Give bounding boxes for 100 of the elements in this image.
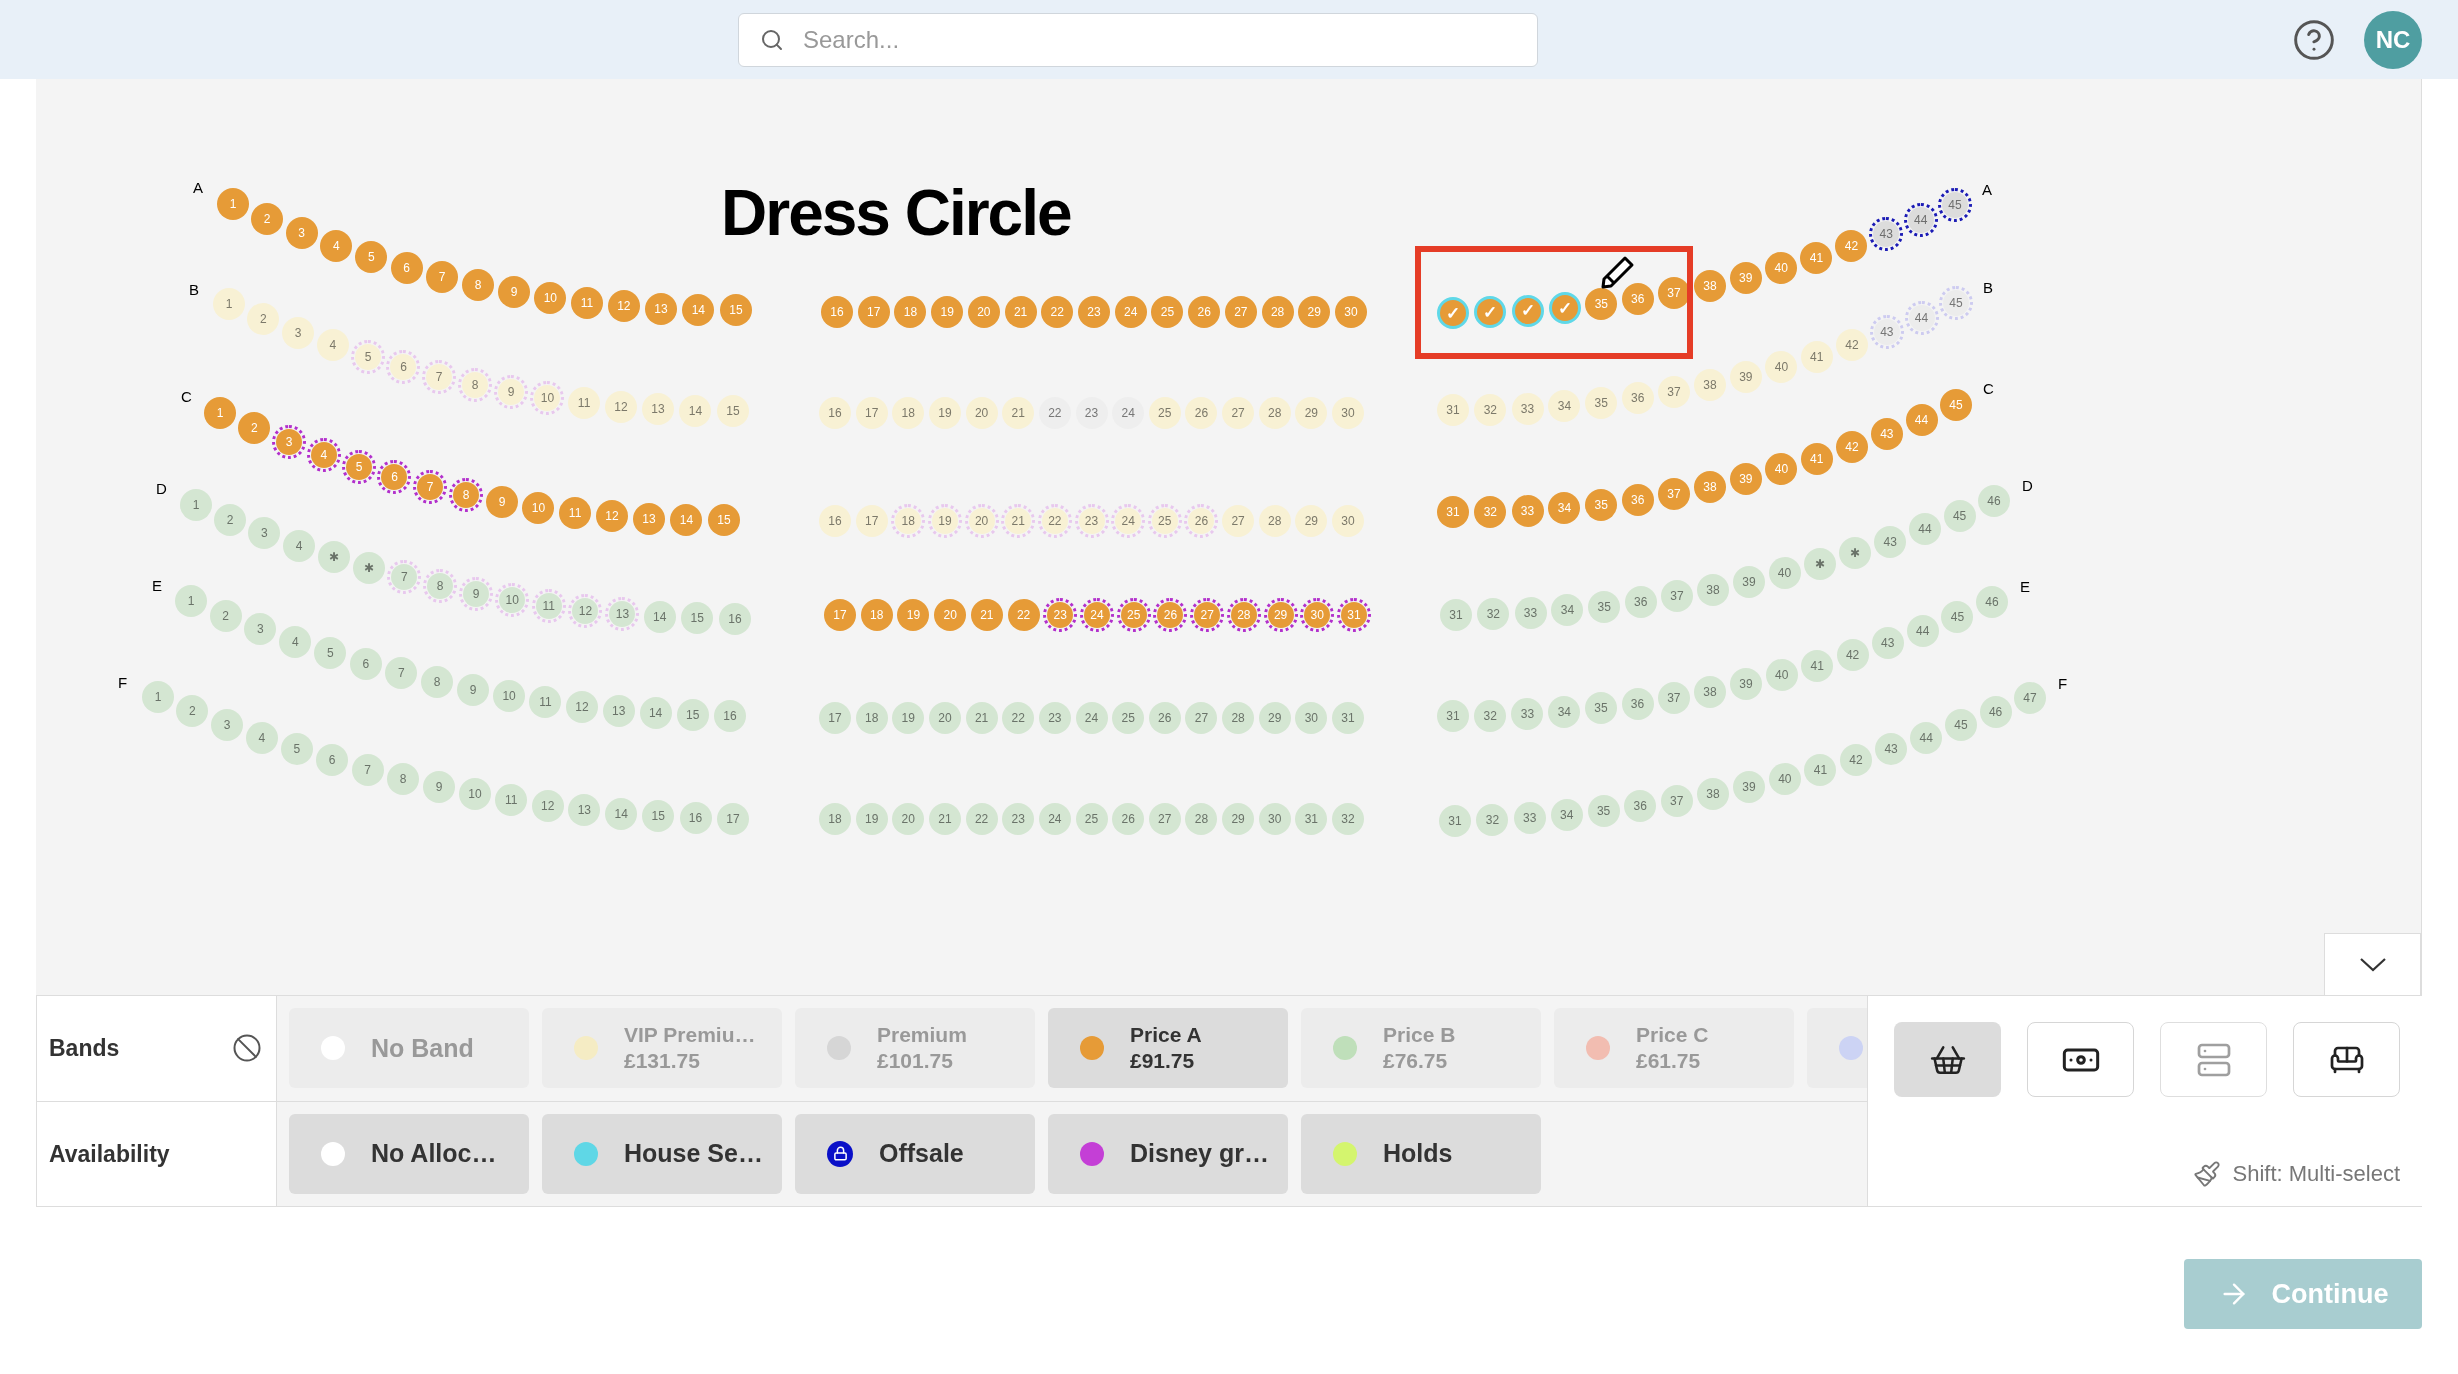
seat[interactable]: 37 [1660, 580, 1693, 613]
seat[interactable]: 31 [1295, 803, 1328, 835]
seat[interactable]: 30 [1335, 296, 1367, 328]
seat[interactable]: 29 [1295, 505, 1328, 537]
seat[interactable]: 28 [1230, 602, 1257, 628]
seat[interactable]: 26 [1185, 397, 1218, 429]
seat[interactable]: 16 [819, 505, 851, 537]
availability-chip[interactable]: House Se… [542, 1113, 782, 1194]
seat[interactable]: 17 [855, 397, 888, 429]
seat[interactable]: 24 [1112, 397, 1145, 429]
seat[interactable]: 14 [670, 503, 703, 536]
seat[interactable]: 10 [522, 491, 555, 524]
seat[interactable]: 26 [1188, 296, 1221, 328]
seat[interactable]: 32 [1474, 699, 1507, 732]
seat[interactable]: 2 [247, 302, 280, 335]
seat[interactable]: 19 [855, 803, 888, 835]
seat[interactable]: 45 [1944, 709, 1977, 742]
seat[interactable]: 20 [968, 508, 995, 534]
band-chip[interactable]: No Band [289, 1008, 529, 1089]
seat[interactable]: ✱ [353, 551, 385, 584]
seat[interactable]: 2 [176, 695, 209, 728]
seat[interactable]: 37 [1658, 277, 1690, 310]
tool-button[interactable] [2293, 1022, 2400, 1097]
seat[interactable]: 12 [572, 597, 599, 624]
seat[interactable]: 8 [462, 372, 488, 398]
seat[interactable]: 35 [1585, 288, 1618, 321]
seat[interactable]: 21 [928, 803, 961, 835]
seat[interactable]: 33 [1513, 801, 1546, 834]
seat[interactable]: 23 [1078, 508, 1105, 534]
seat[interactable]: 9 [486, 486, 519, 519]
seat[interactable]: 28 [1258, 397, 1291, 429]
seat[interactable]: 25 [1120, 602, 1147, 628]
seat[interactable]: 38 [1694, 369, 1726, 401]
seat[interactable]: 39 [1733, 771, 1765, 803]
seat[interactable]: 44 [1908, 305, 1935, 332]
seat[interactable]: 6 [381, 464, 408, 491]
seat[interactable]: 7 [351, 753, 384, 786]
seat[interactable]: ✱ [1839, 537, 1872, 570]
seat[interactable]: 5 [314, 637, 347, 670]
seat[interactable]: 22 [1041, 508, 1068, 534]
seat[interactable]: 35 [1585, 386, 1618, 419]
seat[interactable]: 39 [1729, 360, 1762, 393]
seat[interactable]: 21 [970, 599, 1003, 631]
seat[interactable]: 15 [720, 294, 752, 326]
seat[interactable]: 7 [426, 363, 453, 390]
seat[interactable]: 4 [245, 721, 278, 754]
seat[interactable]: 16 [819, 397, 851, 429]
seat[interactable]: 19 [928, 397, 961, 429]
seat[interactable]: 15 [681, 602, 714, 635]
seat[interactable]: ✓ [1548, 292, 1581, 325]
seat[interactable]: 34 [1548, 390, 1581, 423]
seat[interactable]: 34 [1551, 594, 1584, 627]
seat[interactable]: 19 [931, 296, 964, 328]
seat[interactable]: 37 [1657, 478, 1690, 511]
seat[interactable]: 19 [892, 702, 925, 734]
seat[interactable]: 20 [892, 803, 925, 835]
seat[interactable]: 14 [682, 293, 715, 326]
seat[interactable]: 3 [248, 517, 281, 550]
seat[interactable]: 30 [1258, 803, 1291, 835]
seat[interactable]: 14 [643, 600, 676, 633]
seat[interactable]: 31 [1437, 496, 1469, 528]
seat[interactable]: 27 [1185, 702, 1218, 734]
seat[interactable]: 35 [1587, 794, 1620, 827]
seat[interactable]: 26 [1112, 803, 1145, 835]
seat[interactable]: 31 [1437, 394, 1469, 426]
seat[interactable]: 36 [1621, 381, 1654, 414]
seat[interactable]: 34 [1548, 492, 1581, 525]
seat[interactable]: 27 [1222, 397, 1255, 429]
seat[interactable]: 8 [387, 762, 420, 795]
seat[interactable]: 15 [708, 504, 740, 536]
seat[interactable]: 32 [1477, 598, 1510, 631]
seat[interactable]: 43 [1875, 733, 1908, 766]
seat[interactable]: 32 [1474, 495, 1507, 528]
seat[interactable]: 43 [1873, 220, 1900, 247]
seat[interactable]: 16 [714, 700, 746, 732]
seat[interactable]: 47 [2014, 682, 2046, 714]
seat[interactable]: 31 [1332, 702, 1364, 734]
seat[interactable]: 44 [1905, 404, 1938, 437]
seat[interactable]: 32 [1474, 393, 1507, 426]
seat[interactable]: ✓ [1474, 296, 1507, 329]
seat[interactable]: 33 [1511, 494, 1544, 527]
seat[interactable]: 4 [279, 625, 312, 658]
seat[interactable]: 14 [679, 394, 712, 427]
seat[interactable]: 4 [320, 229, 353, 262]
availability-chip[interactable]: Disney gr… [1048, 1113, 1288, 1194]
seat[interactable]: 25 [1148, 397, 1181, 429]
seat[interactable]: ✓ [1437, 297, 1469, 329]
band-chip[interactable]: VIP Premiu… £131.75 [542, 1008, 782, 1089]
band-chip[interactable]: Price B £76.75 [1301, 1008, 1541, 1089]
seat[interactable]: 40 [1765, 252, 1798, 285]
seat[interactable]: 32 [1476, 803, 1509, 836]
seat[interactable]: 11 [495, 784, 528, 817]
seat[interactable]: 16 [679, 802, 712, 835]
seat[interactable]: 33 [1511, 698, 1544, 731]
seat[interactable]: 38 [1694, 270, 1726, 302]
seat[interactable]: 17 [819, 702, 851, 734]
seat[interactable]: 44 [1909, 513, 1942, 546]
seat[interactable]: 16 [719, 603, 751, 635]
tool-button[interactable] [2027, 1022, 2134, 1097]
seat[interactable]: 34 [1548, 695, 1581, 728]
